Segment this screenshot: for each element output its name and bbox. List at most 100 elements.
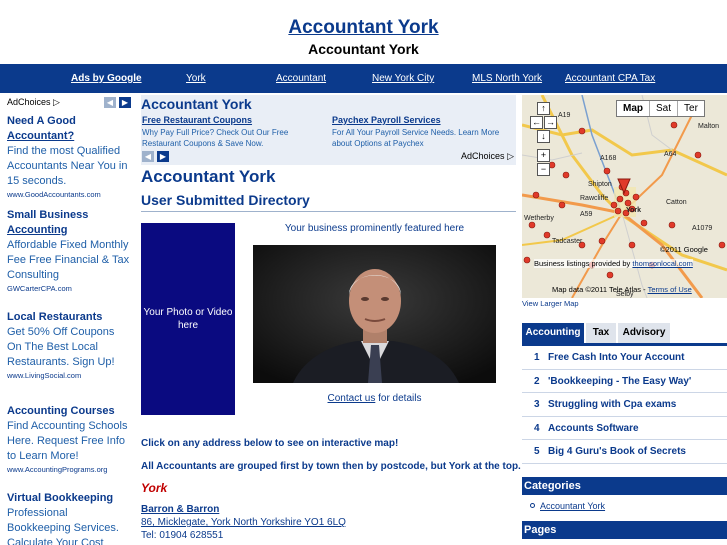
- category-item[interactable]: Accountant York: [530, 501, 605, 511]
- ad-url[interactable]: www.LivingSocial.com: [7, 370, 131, 381]
- bullet-icon: [530, 503, 535, 508]
- top-ad-2[interactable]: Paychex Payroll Services For All Your Pa…: [332, 115, 512, 149]
- ad-body[interactable]: Get 50% Off Coupons On The Best Local Re…: [7, 325, 131, 370]
- ad-url[interactable]: www.AccountingPrograms.org: [7, 464, 131, 475]
- left-ad-4[interactable]: Accounting Courses Find Accounting Schoo…: [7, 404, 131, 475]
- map-road-label: A59: [580, 211, 593, 218]
- map-road-label: A1079: [692, 225, 713, 232]
- map-type-selector[interactable]: Map Sat Ter: [616, 100, 705, 117]
- ad-title[interactable]: Accounting Courses: [7, 404, 131, 419]
- map-place-label: Rawcliffe: [580, 195, 609, 202]
- page-title: Accountant York: [141, 167, 276, 186]
- tab-tax[interactable]: Tax: [586, 323, 616, 343]
- featured-text: Your business prominently featured here: [284, 223, 465, 234]
- ad-title[interactable]: Small Business Accounting: [7, 208, 131, 238]
- adchoices-icon: ▷: [507, 151, 514, 161]
- main-content: Accountant York Free Restaurant Coupons …: [141, 95, 521, 545]
- ad-title[interactable]: Need A Good Accountant?: [7, 114, 131, 144]
- left-ad-1[interactable]: Need A Good Accountant? Find the most Qua…: [7, 114, 131, 200]
- contact-line: Contact us for details: [327, 393, 422, 404]
- map-road-label: A64: [664, 151, 677, 158]
- nav-link-york[interactable]: York: [186, 73, 206, 84]
- thomsonlocal-link[interactable]: thomsonlocal.com: [632, 259, 692, 268]
- grouping-note: All Accountants are grouped first by tow…: [141, 461, 521, 472]
- ad-body[interactable]: Why Pay Full Price? Check Out Our Free R…: [142, 127, 322, 149]
- left-ad-column: AdChoices ▷ ◀ ▶ Need A Good Accountant? F…: [0, 95, 133, 545]
- ad-title[interactable]: Paychex Payroll Services: [332, 115, 512, 126]
- town-heading: York: [141, 481, 168, 495]
- map-type-map[interactable]: Map: [617, 101, 649, 116]
- ad-prev-icon[interactable]: ◀: [104, 97, 116, 108]
- nav-link-new-york-city[interactable]: New York City: [372, 73, 434, 84]
- view-larger-map-link[interactable]: View Larger Map: [522, 299, 579, 308]
- map-road-label: A19: [558, 112, 571, 119]
- ad-url[interactable]: GWCarterCPA.com: [7, 283, 131, 294]
- map-zoom-in-icon[interactable]: +: [537, 149, 550, 162]
- pages-heading: Pages: [522, 521, 727, 539]
- ad-box-heading: Accountant York: [141, 96, 252, 112]
- photo-placeholder[interactable]: Your Photo or Video here: [141, 223, 235, 415]
- ads-by-google-link[interactable]: Ads by Google: [71, 73, 142, 84]
- map-place-label: Wetherby: [524, 215, 554, 222]
- map-copyright: ©2011 Google: [660, 245, 708, 254]
- map-place-label: Malton: [698, 123, 720, 130]
- adchoices-label[interactable]: AdChoices ▷: [461, 151, 514, 162]
- ad-body[interactable]: For All Your Payroll Service Needs. Lear…: [332, 127, 512, 149]
- adchoices-label[interactable]: AdChoices ▷: [7, 97, 60, 108]
- list-item[interactable]: 1 Free Cash Into Your Account: [522, 346, 727, 370]
- contact-us-link[interactable]: Contact us: [328, 393, 376, 404]
- top-ad-box: Accountant York Free Restaurant Coupons …: [141, 95, 516, 165]
- map-place-label: Catton: [666, 199, 687, 206]
- nav-link-accountant[interactable]: Accountant: [276, 73, 326, 84]
- categories-heading: Categories: [522, 477, 727, 495]
- adchoices-icon: ▷: [53, 97, 60, 107]
- map-business-attribution: Business listings provided by thomsonloc…: [534, 259, 693, 268]
- ad-title[interactable]: Local Restaurants: [7, 310, 131, 325]
- video-player[interactable]: [253, 245, 496, 383]
- page-subtitle: User Submitted Directory: [141, 192, 310, 208]
- left-ad-2[interactable]: Small Business Accounting Affordable Fixe…: [7, 208, 131, 294]
- map-pan-up-icon[interactable]: ↑: [537, 102, 550, 115]
- ad-next-icon[interactable]: ▶: [157, 151, 169, 162]
- left-ad-5[interactable]: Virtual Bookkeeping Professional Bookkee…: [7, 491, 131, 545]
- map-zoom-out-icon[interactable]: −: [537, 163, 550, 176]
- adchoices-row: AdChoices ▷ ◀ ▶: [7, 97, 133, 109]
- ad-prev-icon[interactable]: ◀: [142, 151, 154, 162]
- map-place-label: Tadcaster: [552, 238, 583, 245]
- map-pan-left-icon[interactable]: ←: [530, 116, 543, 129]
- divider: [141, 211, 516, 212]
- left-ad-3[interactable]: Local Restaurants Get 50% Off Coupons On…: [7, 310, 131, 381]
- tab-accounting[interactable]: Accounting: [522, 323, 584, 343]
- nav-link-accountant-cpa-tax[interactable]: Accountant CPA Tax: [565, 73, 655, 84]
- ad-url[interactable]: www.GoodAccountants.com: [7, 189, 131, 200]
- listing-address[interactable]: 86, Micklegate, York North Yorkshire YO1…: [141, 517, 346, 528]
- map-instruction: Click on any address below to see on int…: [141, 438, 399, 449]
- map-type-ter[interactable]: Ter: [677, 101, 704, 116]
- top-ad-1[interactable]: Free Restaurant Coupons Why Pay Full Pri…: [142, 115, 322, 149]
- map-pan-right-icon[interactable]: →: [544, 116, 557, 129]
- map-place-label: York: [626, 207, 642, 214]
- ad-body[interactable]: Professional Bookkeeping Services. Calcu…: [7, 506, 131, 545]
- ad-next-icon[interactable]: ▶: [119, 97, 131, 108]
- right-sidebar: ↑ ← → ↓ + − Map Sat Ter Malton Shipton R…: [522, 95, 727, 545]
- listing-name[interactable]: Barron & Barron: [141, 504, 219, 515]
- ad-body[interactable]: Affordable Fixed Monthly Fee Free Financ…: [7, 238, 131, 283]
- list-item[interactable]: 5 Big 4 Guru's Book of Secrets: [522, 440, 727, 464]
- nav-link-mls-north-york[interactable]: MLS North York: [472, 73, 542, 84]
- map-road-label: A168: [600, 155, 617, 162]
- list-item[interactable]: 2 'Bookkeeping - The Easy Way': [522, 370, 727, 393]
- ad-body[interactable]: Find Accounting Schools Here. Request Fr…: [7, 419, 131, 464]
- list-item[interactable]: 4 Accounts Software: [522, 417, 727, 440]
- google-map[interactable]: ↑ ← → ↓ + − Map Sat Ter Malton Shipton R…: [522, 95, 727, 298]
- map-pan-down-icon[interactable]: ↓: [537, 130, 550, 143]
- tab-strip: Accounting Tax Advisory: [522, 323, 727, 343]
- site-title[interactable]: Accountant York: [0, 17, 727, 39]
- map-type-sat[interactable]: Sat: [649, 101, 677, 116]
- presenter-video-image: [253, 245, 496, 383]
- tab-advisory[interactable]: Advisory: [618, 323, 670, 343]
- ad-title[interactable]: Free Restaurant Coupons: [142, 115, 322, 126]
- list-item[interactable]: 3 Struggling with Cpa exams: [522, 393, 727, 417]
- ad-body[interactable]: Find the most Qualified Accountants Near…: [7, 144, 131, 189]
- map-terms-link[interactable]: Terms of Use: [648, 285, 692, 294]
- ad-title[interactable]: Virtual Bookkeeping: [7, 491, 131, 506]
